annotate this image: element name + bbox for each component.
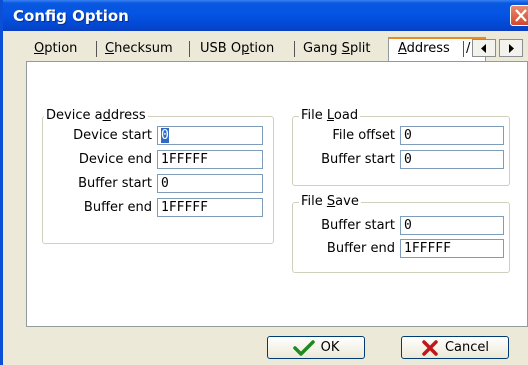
tab-usb-option-pre: USB O [200,41,242,56]
device-end-input[interactable]: 1FFFFF [157,150,263,169]
file-save-title-accel: S [326,194,336,209]
tab-address[interactable]: Address [394,39,454,59]
tab-option-rest: ption [44,41,78,56]
tab-strip: Option Checksum USB Option Gang Split Ad… [30,37,528,63]
file-save-group: File Save [292,194,510,273]
buffer-start-label: Buffer start [78,176,152,191]
ok-button-label: OK [320,340,340,355]
tab-usb-option-rest: tion [249,41,275,56]
file-load-title-rest: oad [333,108,359,123]
device-start-value: 0 [161,128,169,143]
cancel-button-label: Cancel [444,340,490,355]
file-save-buffer-start-label: Buffer start [321,218,395,233]
device-address-title-accel: d [102,108,111,123]
tab-gang-split[interactable]: Gang Split [299,39,375,59]
arrow-left-icon [481,43,486,53]
device-end-label: Device end [78,152,152,167]
device-address-title-pre: Device a [46,108,103,123]
checkmark-icon [292,339,315,356]
device-start-input[interactable]: 0 [157,126,263,145]
device-address-title: Device address [44,108,148,123]
file-load-title-pre: File [301,108,327,123]
tab-separator [189,41,190,57]
tab-separator [294,41,295,57]
tab-scroll-arrows [472,39,524,57]
buffer-start-input[interactable]: 0 [157,174,263,193]
ok-button[interactable]: OK [267,336,365,359]
tab-partial-label: / [466,41,471,56]
file-save-buffer-start-input[interactable]: 0 [400,216,504,235]
arrow-right-icon [509,43,514,53]
file-save-title-pre: File [301,194,327,209]
tab-address-rest: ddress [406,41,450,56]
file-save-buffer-end-label: Buffer end [326,241,395,256]
title-bar[interactable]: Config Option [3,0,528,31]
file-offset-input[interactable]: 0 [400,126,504,145]
tab-separator [96,41,97,57]
device-address-title-rest: dress [110,108,146,123]
tab-usb-option[interactable]: USB Option [196,39,278,59]
file-load-buffer-start-label: Buffer start [321,152,395,167]
file-save-title: File Save [299,194,361,209]
tab-checksum[interactable]: Checksum [101,39,177,59]
device-start-label: Device start [73,128,152,143]
address-tab-panel: Device address Device start 0 Device end… [26,61,528,327]
tab-gang-split-rest: plit [349,41,371,56]
file-save-buffer-end-input[interactable]: 1FFFFF [400,239,504,258]
buffer-end-label: Buffer end [83,200,152,215]
tab-scroll-right-button[interactable] [499,39,523,57]
tab-option-accel: O [34,41,45,56]
file-offset-label: File offset [332,128,395,143]
tab-checksum-rest: hecksum [114,41,173,56]
close-button[interactable] [510,5,528,26]
config-option-dialog: Config Option Option Checksum USB Option… [0,0,528,365]
tab-address-accel: A [398,41,407,56]
tab-gang-split-pre: Gang [303,41,342,56]
file-load-title-accel: L [326,108,334,123]
close-icon [515,9,527,22]
file-load-title: File Load [299,108,361,123]
x-icon [422,339,438,356]
file-save-title-rest: ave [335,194,359,209]
window-title: Config Option [13,7,129,25]
tab-option[interactable]: Option [30,39,81,59]
buffer-end-input[interactable]: 1FFFFF [157,198,263,217]
tab-checksum-accel: C [105,41,115,56]
file-load-buffer-start-input[interactable]: 0 [400,150,504,169]
cancel-button[interactable]: Cancel [401,336,509,359]
tab-scroll-left-button[interactable] [472,39,496,57]
tab-gang-split-accel: S [341,41,350,56]
